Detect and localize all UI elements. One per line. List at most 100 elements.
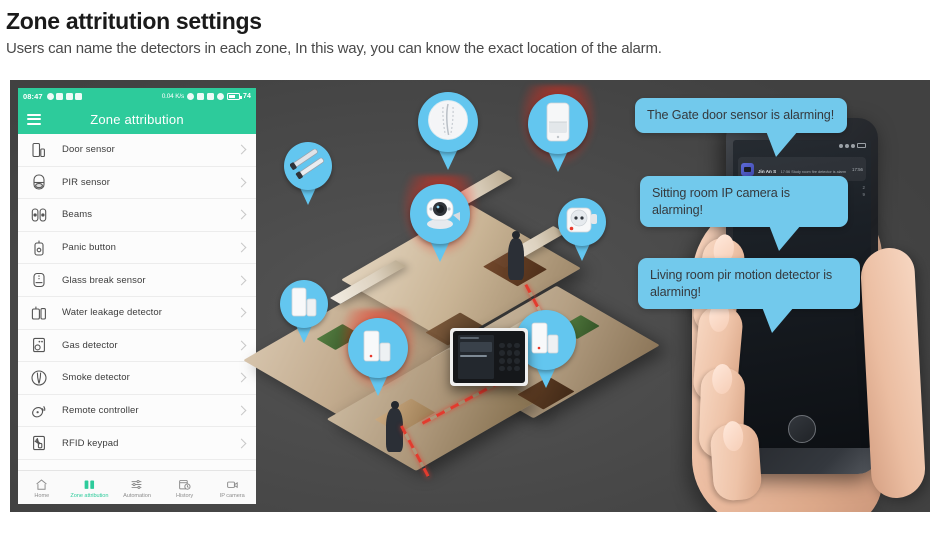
pin-bulb	[418, 92, 478, 152]
glass-break-icon	[28, 269, 50, 291]
keypad-key[interactable]	[514, 350, 521, 356]
alarm-panel-body	[453, 331, 525, 383]
keypad-key[interactable]	[514, 365, 521, 372]
pin-smart-plug[interactable]	[558, 198, 606, 261]
app-header-title: Zone attribution	[90, 111, 184, 127]
ip-camera-device-icon	[419, 193, 461, 236]
list-item[interactable]: Smoke detector	[18, 362, 256, 395]
status-bar-left-icons	[46, 92, 83, 100]
wifi-icon	[197, 92, 204, 100]
list-item[interactable]: Beams	[18, 199, 256, 232]
keypad-key[interactable]	[499, 365, 505, 372]
gallery-icon	[65, 92, 73, 100]
list-item[interactable]: RFID keypad	[18, 427, 256, 460]
keypad-key[interactable]	[499, 350, 505, 356]
tab-history[interactable]: History	[161, 476, 209, 499]
chevron-right-icon	[236, 307, 247, 318]
door-sensor-icon	[28, 139, 50, 161]
hamburger-icon[interactable]	[27, 113, 41, 125]
chevron-right-icon	[236, 340, 247, 351]
home-button[interactable]	[788, 415, 816, 443]
zone-icon	[83, 476, 96, 491]
list-item[interactable]: Glass break sensor	[18, 264, 256, 297]
keypad-key[interactable]	[506, 358, 513, 364]
chevron-right-icon	[236, 144, 247, 155]
phone-status-bar	[733, 140, 871, 151]
keypad-key[interactable]	[499, 358, 505, 364]
list-item[interactable]: Gas detector	[18, 329, 256, 363]
chevron-right-icon	[236, 405, 247, 416]
list-item[interactable]: Panic button	[18, 231, 256, 265]
list-item[interactable]: PIR sensor	[18, 166, 256, 200]
keypad-key[interactable]	[499, 342, 505, 349]
chevron-right-icon	[236, 438, 247, 449]
tab-zone-attribution[interactable]: Zone attribution	[66, 476, 114, 499]
tab-automation[interactable]: Automation	[113, 476, 161, 499]
alarm-panel-keypad[interactable]	[499, 335, 521, 379]
tab-label: Zone attribution	[70, 493, 109, 499]
alarm-clock-icon	[187, 92, 194, 100]
page-subtitle: Users can name the detectors in each zon…	[6, 40, 662, 58]
pin-ip-camera[interactable]	[410, 184, 470, 262]
lcd-status-box	[460, 342, 492, 352]
list-item-label: Glass break sensor	[62, 274, 146, 286]
pin-smoke-detector[interactable]	[418, 92, 478, 170]
lcd-line	[460, 337, 480, 339]
alarm-control-panel[interactable]	[450, 328, 528, 386]
pin-beam-barrier-sensor[interactable]	[284, 142, 332, 205]
tab-home[interactable]: Home	[18, 476, 66, 499]
tab-ip-camera[interactable]: IP camera	[208, 476, 256, 499]
chevron-right-icon	[236, 242, 247, 253]
keypad-key[interactable]	[514, 358, 521, 364]
sdcard-icon	[75, 92, 83, 100]
smoke-detector-icon	[28, 367, 50, 389]
keypad-key[interactable]	[514, 342, 521, 349]
keypad-key[interactable]	[506, 342, 513, 349]
door-contact-sensor-device-icon	[529, 321, 563, 360]
pin-bulb	[410, 184, 470, 244]
intruder-figure	[508, 238, 524, 280]
list-item-label: Panic button	[62, 242, 117, 254]
list-item[interactable]: Remote controller	[18, 394, 256, 428]
alert-bubble-gate-door: The Gate door sensor is alarming!	[635, 98, 847, 156]
phone-battery-icon	[857, 143, 866, 148]
pin-pir-motion-detector[interactable]	[528, 94, 588, 172]
history-icon	[178, 476, 191, 491]
door-contact-sensor-device-icon	[361, 329, 395, 368]
tab-label: Home	[34, 493, 50, 499]
pin-bulb	[348, 318, 408, 378]
smart-plug-device-icon	[565, 205, 599, 240]
smoke-detector-device-icon	[427, 99, 469, 146]
list-item-label: Remote controller	[62, 405, 139, 417]
pir-motion-detector-device-icon	[545, 102, 571, 147]
list-item-label: Water leakage detector	[62, 307, 163, 319]
page-title: Zone attritution settings	[6, 8, 262, 34]
pin-door-contact-sensor-center[interactable]	[348, 318, 408, 396]
pin-door-contact-sensor-left[interactable]	[280, 280, 328, 343]
beam-barrier-sensor-icon	[289, 148, 326, 184]
chevron-right-icon	[236, 373, 247, 383]
panic-button-icon	[28, 237, 50, 259]
list-item[interactable]: Water leakage detector	[18, 296, 256, 330]
list-item-label: PIR sensor	[62, 176, 110, 188]
status-bar-time: 08:47	[23, 91, 43, 101]
tab-label: History	[176, 493, 194, 499]
door-contact-sensor-device-icon	[289, 286, 319, 323]
app-status-bar: 08:47 0.04 K/s 74	[18, 88, 256, 104]
home-icon	[35, 476, 48, 491]
status-bar-right-icons: 0.04 K/s 74	[162, 92, 251, 100]
heading-block: Zone attritution settings Users can name…	[0, 0, 930, 58]
list-item-label: Door sensor	[62, 144, 115, 156]
keypad-key[interactable]	[506, 365, 513, 372]
page-root: Zone attritution settings Users can name…	[0, 0, 930, 544]
app-icon	[741, 162, 754, 176]
status-dot-icon	[845, 143, 849, 148]
list-item[interactable]: Door sensor	[18, 134, 256, 167]
smart-home-3d-scene	[243, 80, 678, 512]
pin-bulb	[280, 280, 328, 328]
keypad-key[interactable]	[506, 350, 513, 356]
pin-bulb	[284, 142, 332, 190]
alarm-panel-display	[458, 335, 494, 379]
chevron-right-icon	[236, 177, 247, 188]
notification-time: 17:56	[852, 166, 863, 172]
